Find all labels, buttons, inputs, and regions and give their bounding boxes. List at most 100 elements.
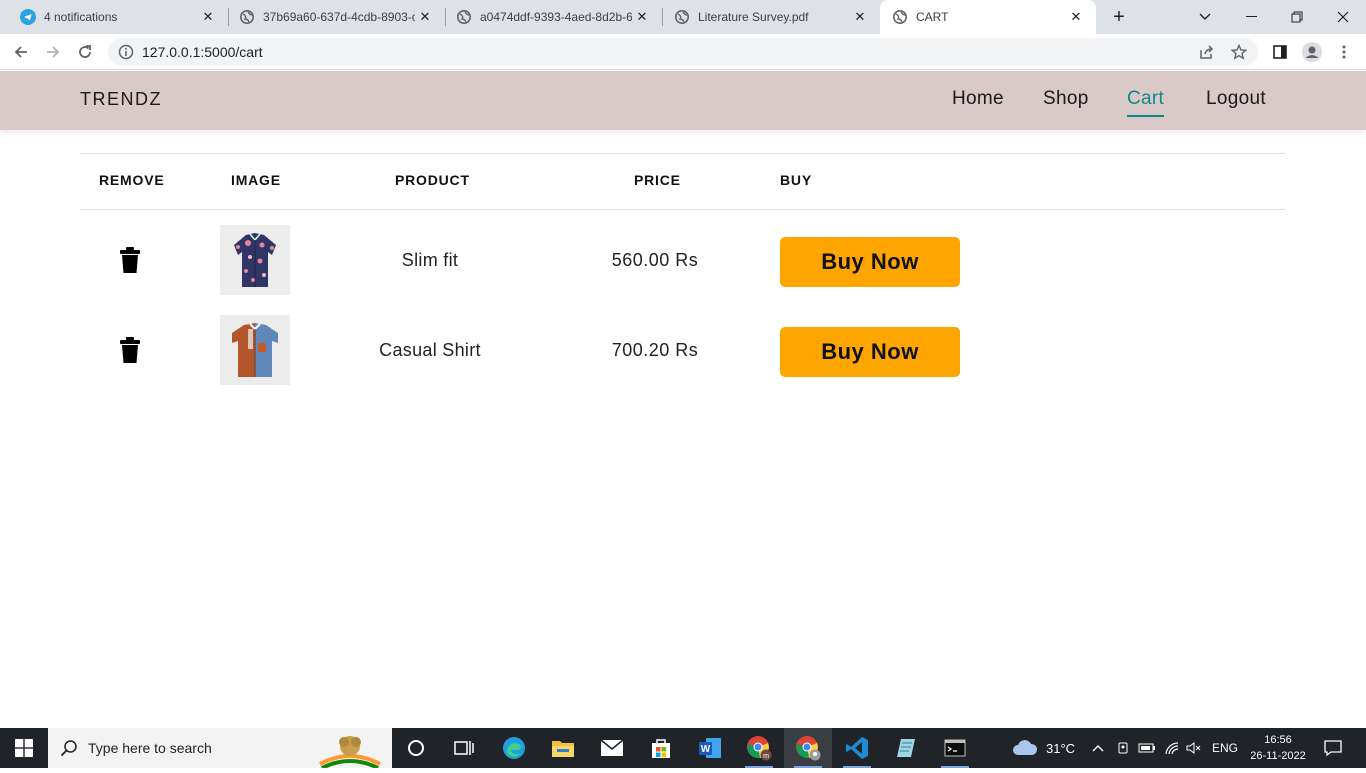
reload-button[interactable] xyxy=(72,39,98,65)
tray-overflow-button[interactable] xyxy=(1092,728,1104,768)
language-indicator[interactable]: ENG xyxy=(1212,728,1238,768)
cortana-button[interactable] xyxy=(392,728,440,768)
battery-icon xyxy=(1138,743,1155,753)
task-view-icon xyxy=(454,741,474,755)
taskbar-search-box[interactable]: Type here to search xyxy=(48,728,392,770)
close-icon[interactable]: ✕ xyxy=(415,7,435,27)
forward-button[interactable] xyxy=(40,39,66,65)
tab-title: CART xyxy=(916,10,949,24)
cortana-icon xyxy=(408,740,424,756)
chrome-icon xyxy=(796,736,821,761)
brand-logo[interactable]: TRENDZ xyxy=(80,89,162,110)
tab-uuid-2[interactable]: a0474ddf-9393-4aed-8d2b-6 ✕ xyxy=(436,0,662,34)
clock[interactable]: 16:56 26-11-2022 xyxy=(1246,732,1310,764)
tab-title: 4 notifications xyxy=(44,10,118,24)
table-row: Slim fit 560.00 Rs Buy Now xyxy=(0,225,1366,295)
vscode-icon xyxy=(846,737,868,759)
nav-cart-label: Cart xyxy=(1127,88,1165,109)
nav-logout[interactable]: Logout xyxy=(1206,88,1266,110)
arrow-right-icon xyxy=(47,46,60,58)
search-highlight-illustration xyxy=(316,730,384,770)
tab-search-button[interactable] xyxy=(1182,0,1228,34)
mail-app[interactable] xyxy=(588,728,636,768)
minimize-button[interactable] xyxy=(1228,0,1274,34)
battery-button[interactable] xyxy=(1138,728,1156,768)
product-price: 700.20 Rs xyxy=(611,340,699,360)
vscode-app[interactable] xyxy=(833,728,881,768)
table-top-divider xyxy=(80,153,1285,154)
task-view-button[interactable] xyxy=(440,728,488,768)
tab-title: a0474ddf-9393-4aed-8d2b-6 xyxy=(480,10,632,24)
word-app[interactable]: W xyxy=(686,728,734,768)
globe-icon xyxy=(239,9,255,25)
buy-now-button[interactable]: Buy Now xyxy=(780,237,960,287)
close-icon[interactable]: ✕ xyxy=(850,7,870,27)
mail-icon xyxy=(600,739,624,756)
chrome-profile-app[interactable]: m xyxy=(735,728,783,768)
notepad-app[interactable] xyxy=(882,728,930,768)
reload-icon xyxy=(79,45,91,58)
tab-title: Literature Survey.pdf xyxy=(698,10,809,24)
terminal-icon xyxy=(944,739,966,757)
side-panel-button[interactable] xyxy=(1270,42,1290,62)
weather-widget[interactable]: 31°C xyxy=(1012,728,1075,768)
search-icon xyxy=(60,739,78,757)
volume-button[interactable] xyxy=(1186,728,1202,768)
word-icon: W xyxy=(699,738,721,758)
terminal-app[interactable] xyxy=(931,728,979,768)
close-window-button[interactable] xyxy=(1320,0,1366,34)
product-image-floral-shirt xyxy=(220,225,290,295)
table-row: Casual Shirt 700.20 Rs Buy Now xyxy=(0,315,1366,385)
meet-now-button[interactable] xyxy=(1116,728,1130,768)
store-app[interactable] xyxy=(637,728,685,768)
profile-button[interactable] xyxy=(1302,42,1322,62)
share-icon[interactable] xyxy=(1198,43,1216,61)
close-icon[interactable]: ✕ xyxy=(1066,7,1086,27)
bookmark-star-icon[interactable] xyxy=(1230,43,1248,61)
volume-muted-icon xyxy=(1186,742,1201,754)
notepad-icon xyxy=(897,739,915,757)
trash-icon[interactable] xyxy=(120,337,140,363)
minimize-icon xyxy=(1245,16,1257,17)
product-name: Casual Shirt xyxy=(379,340,481,360)
restore-button[interactable] xyxy=(1274,0,1320,34)
notifications-button[interactable] xyxy=(1324,728,1342,768)
trash-icon[interactable] xyxy=(120,247,140,273)
tab-uuid-1[interactable]: 37b69a60-637d-4cdb-8903-c ✕ xyxy=(219,0,445,34)
tab-literature-survey[interactable]: Literature Survey.pdf ✕ xyxy=(654,0,880,34)
tab-cart[interactable]: CART ✕ xyxy=(880,0,1096,34)
svg-text:W: W xyxy=(701,744,711,755)
folder-icon xyxy=(552,741,574,757)
site-header: TRENDZ Home Shop Cart Logout xyxy=(0,71,1366,130)
buy-now-button[interactable]: Buy Now xyxy=(780,327,960,377)
url-text: 127.0.0.1:5000/cart xyxy=(142,44,263,60)
nav-shop[interactable]: Shop xyxy=(1043,88,1089,110)
file-explorer-app[interactable] xyxy=(539,728,587,768)
address-bar[interactable]: 127.0.0.1:5000/cart xyxy=(108,38,1258,66)
product-price: 560.00 Rs xyxy=(611,250,699,270)
wifi-button[interactable] xyxy=(1164,728,1180,768)
weather-temp: 31°C xyxy=(1046,740,1076,756)
chrome-app[interactable] xyxy=(784,728,832,768)
windows-logo-icon xyxy=(15,739,33,757)
menu-button[interactable] xyxy=(1334,42,1354,62)
back-button[interactable] xyxy=(8,39,34,65)
search-placeholder: Type here to search xyxy=(88,740,212,756)
close-icon[interactable]: ✕ xyxy=(632,7,652,27)
site-info-icon[interactable] xyxy=(118,44,134,60)
avatar xyxy=(1302,42,1322,62)
nav-cart[interactable]: Cart xyxy=(1127,88,1165,117)
svg-text:m: m xyxy=(763,753,769,760)
browser-toolbar: 127.0.0.1:5000/cart xyxy=(0,34,1366,70)
tab-notifications[interactable]: 4 notifications ✕ xyxy=(0,0,228,34)
nav-home[interactable]: Home xyxy=(952,88,1004,110)
globe-icon xyxy=(892,9,908,25)
wifi-icon xyxy=(1165,742,1179,755)
new-tab-button[interactable]: + xyxy=(1108,6,1130,28)
kebab-menu-icon xyxy=(1342,45,1346,59)
edge-app[interactable] xyxy=(490,728,538,768)
close-icon[interactable]: ✕ xyxy=(198,7,218,27)
header-image: IMAGE xyxy=(231,172,281,188)
start-button[interactable] xyxy=(0,728,48,768)
edge-icon xyxy=(503,737,525,759)
